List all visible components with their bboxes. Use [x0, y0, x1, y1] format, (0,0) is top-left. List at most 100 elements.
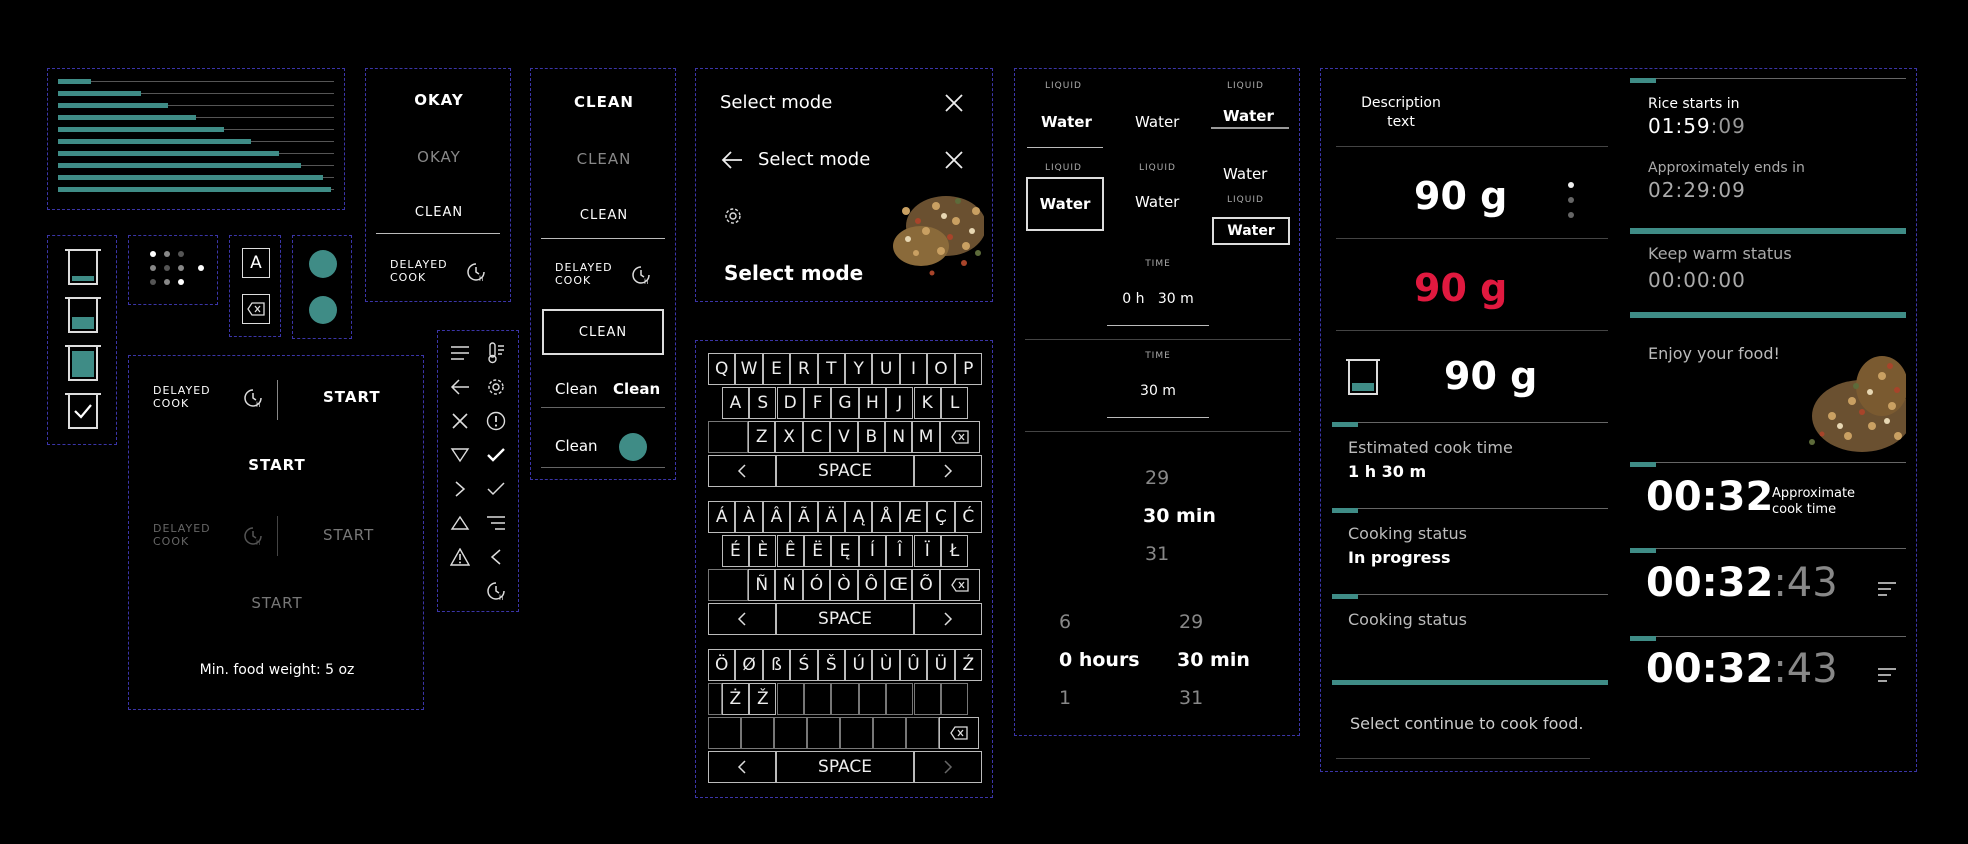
space-key[interactable]: SPACE [776, 751, 914, 783]
key-ext[interactable]: À [735, 501, 763, 533]
start-button-1[interactable]: START [323, 388, 381, 406]
key-Q[interactable]: Q [708, 353, 736, 385]
key-ext[interactable]: Í [858, 535, 887, 567]
backspace-key[interactable] [242, 294, 270, 324]
arrow-right-key[interactable] [914, 603, 982, 635]
key-ext[interactable]: Ł [940, 535, 969, 567]
arrow-right-key[interactable] [914, 455, 982, 487]
key-ext[interactable]: Ó [802, 569, 831, 601]
key-ext[interactable]: Ź [954, 649, 982, 681]
key-ext[interactable]: Ą [845, 501, 873, 533]
clean-button-active[interactable]: CLEAN [531, 93, 677, 111]
close-icon[interactable] [942, 148, 966, 172]
arrow-left-key[interactable] [708, 751, 776, 783]
delayed-clock-icon[interactable]: h [464, 260, 488, 284]
backspace-key[interactable] [939, 717, 979, 749]
key-ext[interactable]: Ö [708, 649, 736, 681]
minutes-prev[interactable]: 29 [1179, 611, 1203, 633]
water-option-1[interactable]: Water [1041, 113, 1092, 131]
key-ext[interactable]: Ę [831, 535, 859, 567]
picker-current[interactable]: 30 min [1143, 505, 1216, 527]
key-P[interactable]: P [954, 353, 982, 385]
check-bold-icon[interactable] [482, 441, 510, 469]
water-option-boxed[interactable]: Water [1026, 177, 1104, 231]
key-ext[interactable]: Ë [803, 535, 832, 567]
key-B[interactable]: B [857, 421, 885, 453]
key-ext[interactable]: Ż [721, 683, 750, 715]
key-H[interactable]: H [858, 387, 887, 419]
key-ext[interactable]: Â [762, 501, 791, 533]
hours-prev[interactable]: 6 [1059, 611, 1071, 633]
key-F[interactable]: F [803, 387, 832, 419]
key-E[interactable]: E [762, 353, 791, 385]
clean-button[interactable]: CLEAN [366, 205, 512, 220]
key-I[interactable]: I [899, 353, 928, 385]
water-option-6[interactable]: Water [1223, 165, 1267, 183]
key-ext[interactable]: Î [886, 535, 914, 567]
key-ext[interactable]: Ü [927, 649, 955, 681]
key-ext[interactable]: ß [762, 649, 791, 681]
gear-icon[interactable] [722, 205, 744, 227]
delayed-clock-icon[interactable]: h [482, 577, 510, 605]
key-R[interactable]: R [790, 353, 818, 385]
key-M[interactable]: M [912, 421, 940, 453]
start-button-2[interactable]: START [129, 456, 425, 474]
weight-value-alert[interactable]: 90 g [1414, 266, 1507, 310]
key-L[interactable]: L [940, 387, 969, 419]
key-ext[interactable]: Õ [912, 569, 940, 601]
sort-lines-icon[interactable] [482, 509, 510, 537]
weight-value-3[interactable]: 90 g [1444, 354, 1537, 398]
menu-lines-icon[interactable] [1876, 664, 1898, 686]
key-ext[interactable]: Ç [927, 501, 955, 533]
clean-option-b[interactable]: Clean [613, 380, 660, 398]
key-N[interactable]: N [885, 421, 913, 453]
key-ext[interactable]: Ś [790, 649, 818, 681]
key-J[interactable]: J [886, 387, 914, 419]
delayed-clock-icon[interactable]: h [241, 386, 265, 410]
key-ext[interactable]: É [721, 535, 750, 567]
key-ext[interactable]: Ù [872, 649, 900, 681]
key-U[interactable]: U [872, 353, 900, 385]
clean-button-plain[interactable]: CLEAN [531, 208, 677, 223]
key-ext[interactable]: Ú [845, 649, 873, 681]
minutes-current[interactable]: 30 min [1177, 649, 1250, 671]
key-ext[interactable]: Á [708, 501, 736, 533]
chevron-right-icon[interactable] [446, 475, 474, 503]
arrow-left-key[interactable] [708, 603, 776, 635]
okay-button-active[interactable]: OKAY [366, 91, 512, 109]
toggle-indicator[interactable] [619, 433, 647, 461]
key-ext[interactable]: Ń [775, 569, 803, 601]
key-C[interactable]: C [802, 421, 831, 453]
close-icon[interactable] [942, 91, 966, 115]
time-value-2[interactable]: 30 m [1015, 383, 1301, 399]
picker-next[interactable]: 31 [1145, 543, 1169, 565]
key-ext[interactable]: Ã [790, 501, 818, 533]
weight-value-1[interactable]: 90 g [1414, 174, 1507, 218]
key-ext[interactable]: Ò [830, 569, 858, 601]
more-dots-icon[interactable] [1566, 180, 1576, 220]
key-ext[interactable]: Û [899, 649, 928, 681]
clean-button-boxed[interactable]: CLEAN [542, 309, 664, 355]
close-icon[interactable] [446, 407, 474, 435]
water-option-5[interactable]: Water [1135, 193, 1179, 211]
key-ext[interactable]: Ž [749, 683, 777, 715]
key-O[interactable]: O [927, 353, 955, 385]
triangle-down-icon[interactable] [446, 441, 474, 469]
clean-option-a[interactable]: Clean [555, 380, 598, 398]
key-ext[interactable]: Å [872, 501, 900, 533]
backspace-key[interactable] [939, 421, 980, 453]
thermometer-icon[interactable] [482, 339, 510, 367]
menu-lines-icon[interactable] [446, 339, 474, 367]
key-A[interactable]: A [721, 387, 750, 419]
check-icon[interactable] [482, 475, 510, 503]
hours-next[interactable]: 1 [1059, 687, 1071, 709]
key-ext[interactable]: Ô [857, 569, 885, 601]
space-key[interactable]: SPACE [776, 603, 914, 635]
minutes-next[interactable]: 31 [1179, 687, 1203, 709]
water-option-small-boxed[interactable]: Water [1212, 217, 1290, 245]
key-W[interactable]: W [735, 353, 763, 385]
hours-current[interactable]: 0 hours [1059, 649, 1140, 671]
key-S[interactable]: S [749, 387, 777, 419]
picker-prev[interactable]: 29 [1145, 467, 1169, 489]
chevron-left-icon[interactable] [482, 543, 510, 571]
